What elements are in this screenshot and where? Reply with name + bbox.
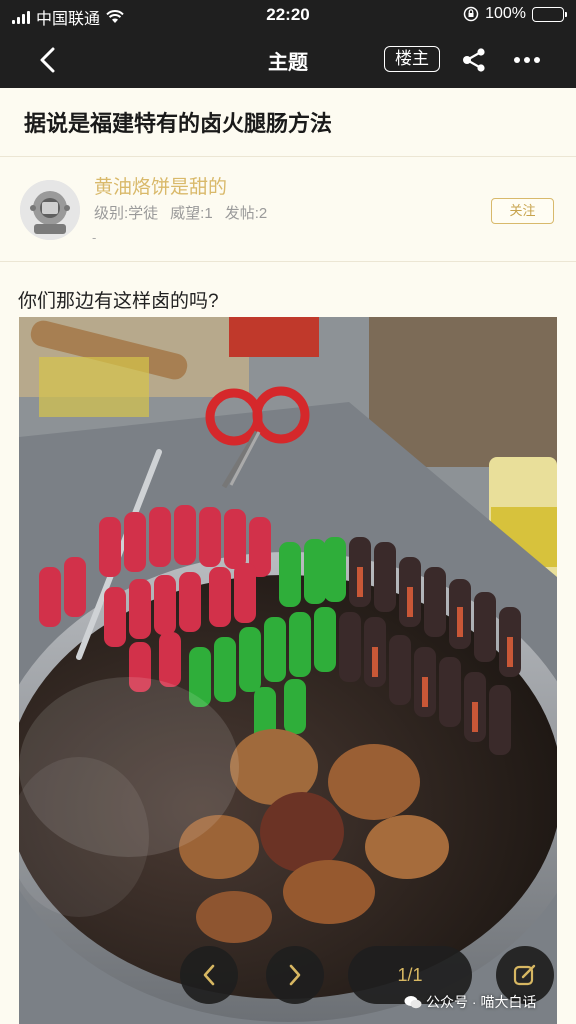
chevron-left-icon bbox=[203, 964, 215, 986]
post-photo[interactable] bbox=[19, 317, 557, 1024]
post-content: 据说是福建特有的卤火腿肠方法 黄油烙饼是甜的 级别:学徒 威望:1 发帖:2 -… bbox=[0, 88, 576, 1024]
more-button[interactable] bbox=[510, 45, 544, 75]
watermark: 公众号 · 喵大白话 bbox=[404, 992, 536, 1012]
avatar[interactable] bbox=[20, 180, 80, 240]
status-right: 100% bbox=[463, 5, 567, 23]
author-name[interactable]: 黄油烙饼是甜的 bbox=[94, 172, 227, 199]
page-title: 主题 bbox=[268, 52, 308, 74]
share-button[interactable] bbox=[459, 45, 489, 75]
owner-only-button[interactable]: 楼主 bbox=[384, 46, 440, 72]
author-posts: 发帖:2 bbox=[224, 205, 268, 222]
divider bbox=[0, 156, 576, 157]
battery-icon bbox=[532, 6, 567, 22]
next-image-button[interactable] bbox=[266, 946, 324, 1004]
post-title: 据说是福建特有的卤火腿肠方法 bbox=[24, 111, 333, 136]
wechat-icon bbox=[404, 996, 422, 1009]
battery-percent: 100% bbox=[485, 5, 526, 22]
chevron-right-icon bbox=[289, 964, 301, 986]
author-level: 级别:学徒 bbox=[94, 205, 159, 222]
watermark-text: 公众号 · 喵大白话 bbox=[426, 994, 537, 1010]
edit-icon bbox=[513, 964, 536, 986]
author-meta: 级别:学徒 威望:1 发帖:2 bbox=[94, 202, 267, 223]
nav-bar: 主题 楼主 bbox=[0, 30, 576, 88]
braised-sausage-pot-image bbox=[19, 317, 557, 1024]
orientation-lock-icon bbox=[463, 6, 479, 22]
author-signature: - bbox=[92, 230, 97, 245]
author-prestige: 威望:1 bbox=[170, 205, 213, 222]
share-icon bbox=[463, 48, 485, 72]
status-bar: 中国联通 22:20 100% bbox=[0, 0, 576, 30]
follow-button[interactable]: 关注 bbox=[491, 198, 554, 224]
more-dots-icon bbox=[514, 57, 540, 63]
post-text: 你们那边有这样卤的吗? bbox=[18, 291, 219, 312]
prev-image-button[interactable] bbox=[180, 946, 238, 1004]
divider bbox=[0, 261, 576, 262]
diving-helmet-icon bbox=[20, 180, 80, 240]
